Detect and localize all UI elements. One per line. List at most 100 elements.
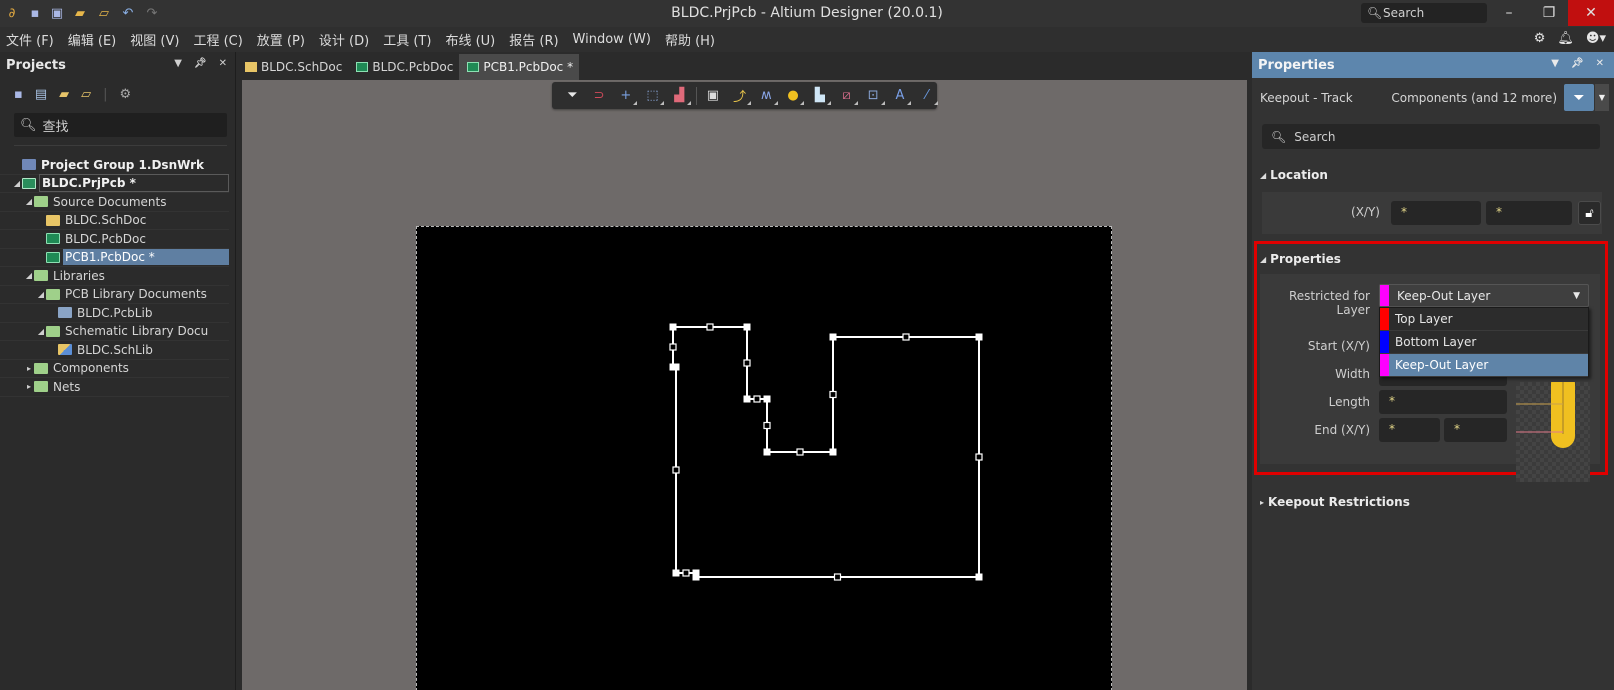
keepout-outline[interactable] — [242, 80, 1247, 690]
component-icon[interactable]: ▣ — [703, 85, 724, 106]
keepout-icon[interactable]: ⧄ — [836, 85, 858, 106]
dimension-icon[interactable]: ⊡ — [863, 85, 885, 106]
menu-project[interactable]: 工程 (C) — [187, 30, 248, 49]
segment-midpoint-handle[interactable] — [706, 323, 714, 331]
segment-midpoint-handle[interactable] — [902, 333, 910, 341]
snap-magnet-icon[interactable]: ⊃ — [589, 85, 610, 106]
align-icon[interactable]: ▟ — [669, 85, 691, 106]
end-x-field[interactable]: * — [1379, 418, 1440, 442]
tree-item[interactable]: ◢ Schematic Library Docu — [0, 323, 229, 341]
segment-midpoint-handle[interactable] — [743, 359, 751, 367]
tree-item[interactable]: BLDC.SchLib — [0, 341, 229, 360]
menu-reports[interactable]: 报告 (R) — [503, 30, 564, 49]
line-icon[interactable]: ⁄ — [916, 85, 938, 106]
menu-file[interactable]: 文件 (F) — [0, 30, 60, 49]
segment-midpoint-handle[interactable] — [763, 421, 771, 430]
tree-item[interactable]: BLDC.SchDoc — [0, 212, 229, 230]
minimize-button[interactable]: – — [1490, 0, 1528, 26]
segment-midpoint-handle[interactable] — [833, 573, 842, 581]
projects-search-input[interactable]: 🔍︎ 查找 — [14, 113, 227, 137]
layer-option[interactable]: Keep-Out Layer — [1380, 354, 1588, 377]
location-y-field[interactable]: * — [1486, 201, 1572, 225]
menu-tools[interactable]: 工具 (T) — [377, 30, 437, 49]
length-field[interactable]: * — [1379, 390, 1507, 414]
via-icon[interactable]: ● — [783, 85, 805, 106]
collapse-arrow-icon[interactable]: ◢ — [24, 271, 34, 280]
pcb-canvas[interactable]: ⏷ ⊃ + ⬚ ▟ ▣ ⤴ ʍ ● ▙ ⧄ ⊡ A ⁄ — [242, 80, 1247, 690]
location-section-header[interactable]: ◢ Location — [1260, 168, 1328, 182]
menu-route[interactable]: 布线 (U) — [439, 30, 501, 49]
open-project-icon[interactable]: ▱ — [96, 5, 112, 21]
segment-midpoint-handle[interactable] — [669, 343, 677, 351]
segment-midpoint-handle[interactable] — [829, 390, 837, 399]
undo-icon[interactable]: ↶ — [120, 5, 136, 21]
redo-icon[interactable]: ↷ — [144, 5, 160, 21]
add-folder-icon[interactable]: ▱ — [81, 87, 91, 102]
vertex-handle[interactable] — [829, 333, 837, 341]
vertex-handle[interactable] — [692, 569, 700, 577]
tree-item[interactable]: Project Group 1.DsnWrk — [0, 156, 229, 175]
layer-option[interactable]: Bottom Layer — [1380, 331, 1588, 354]
collapse-arrow-icon[interactable]: ◢ — [24, 197, 34, 206]
app-logo-icon[interactable]: ∂ — [4, 5, 20, 21]
layer-option[interactable]: Top Layer — [1380, 308, 1588, 331]
save-icon[interactable]: ▪ — [14, 87, 23, 102]
filter-button[interactable]: ⏷ — [1564, 84, 1594, 111]
menu-window[interactable]: Window (W) — [567, 32, 657, 47]
lock-button[interactable]: 🔓︎ — [1578, 201, 1601, 225]
segment-midpoint-handle[interactable] — [753, 395, 761, 403]
collapse-arrow-icon[interactable]: ◢ — [36, 290, 46, 299]
tree-item[interactable]: PCB1.PcbDoc * — [0, 249, 229, 267]
global-search-input[interactable]: 🔍︎ Search — [1361, 3, 1487, 23]
segment-midpoint-handle[interactable] — [796, 448, 804, 456]
diff-pair-icon[interactable]: ʍ — [756, 85, 778, 106]
tree-item[interactable]: ◢ BLDC.PrjPcb * — [0, 174, 229, 193]
tree-item[interactable]: ◢ Source Documents — [0, 193, 229, 212]
segment-midpoint-handle[interactable] — [672, 466, 680, 474]
properties-section-header[interactable]: ◢ Properties — [1260, 252, 1341, 266]
selection-filter-icon[interactable]: ⏷ — [562, 85, 583, 106]
tree-item[interactable]: BLDC.PcbDoc — [0, 230, 229, 249]
settings-icon[interactable]: ⚙ — [120, 87, 132, 102]
menu-help[interactable]: 帮助 (H) — [659, 30, 721, 49]
properties-search-input[interactable]: 🔍︎ Search — [1262, 124, 1600, 149]
menu-edit[interactable]: 编辑 (E) — [62, 30, 123, 49]
area-select-icon[interactable]: ⬚ — [642, 85, 664, 106]
menu-view[interactable]: 视图 (V) — [124, 30, 185, 49]
filter-dropdown-button[interactable]: ▼ — [1595, 84, 1609, 111]
vertex-handle[interactable] — [669, 363, 677, 371]
vertex-handle[interactable] — [975, 333, 983, 341]
end-y-field[interactable]: * — [1444, 418, 1507, 442]
collapse-arrow-icon[interactable]: ◢ — [36, 327, 46, 336]
vertex-handle[interactable] — [763, 395, 771, 403]
vertex-handle[interactable] — [743, 323, 751, 331]
interactive-route-icon[interactable]: ⤴ — [729, 85, 751, 106]
tree-item[interactable]: ▸ Components — [0, 360, 229, 378]
vertex-handle[interactable] — [669, 323, 677, 331]
menu-place[interactable]: 放置 (P) — [251, 30, 311, 49]
close-panel-icon[interactable]: ✕ — [1596, 58, 1604, 69]
bell-icon[interactable]: 🔔︎ — [1557, 31, 1574, 46]
open-folder-icon[interactable]: ▰ — [59, 87, 69, 102]
string-icon[interactable]: A — [890, 85, 912, 106]
keepout-restrictions-header[interactable]: ▸ Keepout Restrictions — [1260, 495, 1410, 509]
compile-icon[interactable]: ▤ — [35, 87, 47, 102]
pin-icon[interactable]: 📌︎ — [194, 58, 207, 69]
tree-item[interactable]: BLDC.PcbLib — [0, 304, 229, 323]
tree-item[interactable]: ◢ PCB Library Documents — [0, 286, 229, 304]
expand-arrow-icon[interactable]: ▸ — [24, 364, 34, 373]
open-icon[interactable]: ▰ — [72, 5, 88, 21]
document-tab[interactable]: BLDC.PcbDoc — [348, 54, 459, 80]
panel-menu-icon[interactable]: ▼ — [174, 58, 182, 69]
tree-item[interactable]: ▸ Nets — [0, 378, 229, 397]
cross-select-icon[interactable]: + — [615, 85, 637, 106]
vertex-handle[interactable] — [763, 448, 771, 456]
document-tab[interactable]: PCB1.PcbDoc * — [459, 54, 580, 80]
user-icon[interactable]: ☻▾ — [1586, 31, 1606, 46]
polygon-pour-icon[interactable]: ▙ — [809, 85, 831, 106]
menu-design[interactable]: 设计 (D) — [313, 30, 375, 49]
save-icon[interactable]: ▪ — [27, 5, 43, 21]
restore-button[interactable]: ❐ — [1530, 0, 1568, 26]
gear-icon[interactable]: ⚙ — [1534, 31, 1546, 46]
vertex-handle[interactable] — [975, 573, 983, 581]
